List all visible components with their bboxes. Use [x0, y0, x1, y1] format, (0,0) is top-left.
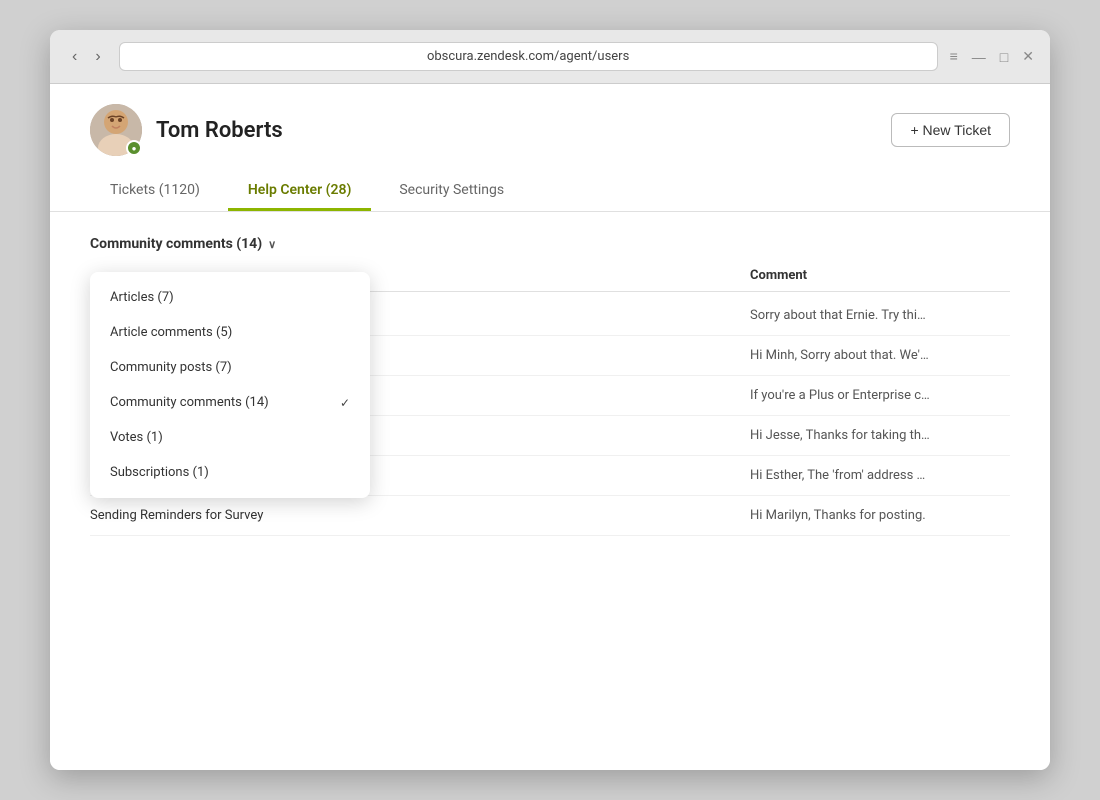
close-button[interactable]: ✕: [1022, 48, 1034, 65]
table-row[interactable]: Sending Reminders for Survey Hi Marilyn,…: [90, 496, 1010, 536]
dropdown-item-label: Community posts (7): [110, 360, 232, 375]
browser-window: ‹ › obscura.zendesk.com/agent/users ≡ — …: [50, 30, 1050, 770]
dropdown-menu: Articles (7) Article comments (5) Commun…: [90, 272, 370, 498]
dropdown-item-community-posts[interactable]: Community posts (7): [90, 350, 370, 385]
new-ticket-button[interactable]: + New Ticket: [891, 113, 1010, 147]
tab-help-center[interactable]: Help Center (28): [228, 172, 371, 211]
minimize-button[interactable]: —: [972, 49, 986, 65]
check-icon: ✓: [340, 396, 350, 410]
avatar-container: ●: [90, 104, 142, 156]
tab-security-settings[interactable]: Security Settings: [379, 172, 524, 211]
row-comment: If you're a Plus or Enterprise c…: [750, 388, 1010, 403]
back-button[interactable]: ‹: [66, 46, 83, 68]
dropdown-item-subscriptions[interactable]: Subscriptions (1): [90, 455, 370, 490]
row-comment: Hi Minh, Sorry about that. We'…: [750, 348, 1010, 363]
dropdown-item-article-comments[interactable]: Article comments (5): [90, 315, 370, 350]
tabs-row: Tickets (1120) Help Center (28) Security…: [90, 172, 1010, 211]
dropdown-item-label: Article comments (5): [110, 325, 232, 340]
dropdown-item-label: Votes (1): [110, 430, 163, 445]
status-icon: ●: [132, 144, 137, 153]
user-row: ● Tom Roberts + New Ticket: [90, 104, 1010, 156]
user-name: Tom Roberts: [156, 118, 283, 143]
dropdown-item-votes[interactable]: Votes (1): [90, 420, 370, 455]
nav-buttons: ‹ ›: [66, 46, 107, 68]
dropdown-arrow-icon: ∨: [268, 238, 276, 251]
dropdown-item-community-comments[interactable]: Community comments (14) ✓: [90, 385, 370, 420]
row-comment: Sorry about that Ernie. Try thi…: [750, 308, 1010, 323]
tab-tickets[interactable]: Tickets (1120): [90, 172, 220, 211]
user-info: ● Tom Roberts: [90, 104, 283, 156]
status-badge: ●: [126, 140, 142, 156]
main-area: Community comments (14) ∨ Articles (7) A…: [50, 212, 1050, 770]
section-title: Community comments (14): [90, 236, 262, 252]
menu-icon: ≡: [950, 48, 958, 65]
browser-chrome: ‹ › obscura.zendesk.com/agent/users ≡ — …: [50, 30, 1050, 84]
page-content: ● Tom Roberts + New Ticket Tickets (1120…: [50, 84, 1050, 770]
dropdown-item-articles[interactable]: Articles (7): [90, 280, 370, 315]
header-section: ● Tom Roberts + New Ticket Tickets (1120…: [50, 84, 1050, 212]
row-comment: Hi Jesse, Thanks for taking th…: [750, 428, 1010, 443]
dropdown-item-label: Subscriptions (1): [110, 465, 209, 480]
section-header[interactable]: Community comments (14) ∨: [90, 236, 1010, 252]
window-controls: ≡ — □ ✕: [950, 48, 1034, 65]
dropdown-item-label: Community comments (14): [110, 395, 269, 410]
address-bar[interactable]: obscura.zendesk.com/agent/users: [119, 42, 938, 71]
dropdown-item-label: Articles (7): [110, 290, 174, 305]
row-comment: Hi Marilyn, Thanks for posting.: [750, 508, 1010, 523]
forward-button[interactable]: ›: [89, 46, 106, 68]
col-comment-header: Comment: [750, 268, 1010, 283]
row-comment: Hi Esther, The 'from' address …: [750, 468, 1010, 483]
row-title: Sending Reminders for Survey: [90, 508, 750, 523]
maximize-button[interactable]: □: [1000, 49, 1008, 65]
